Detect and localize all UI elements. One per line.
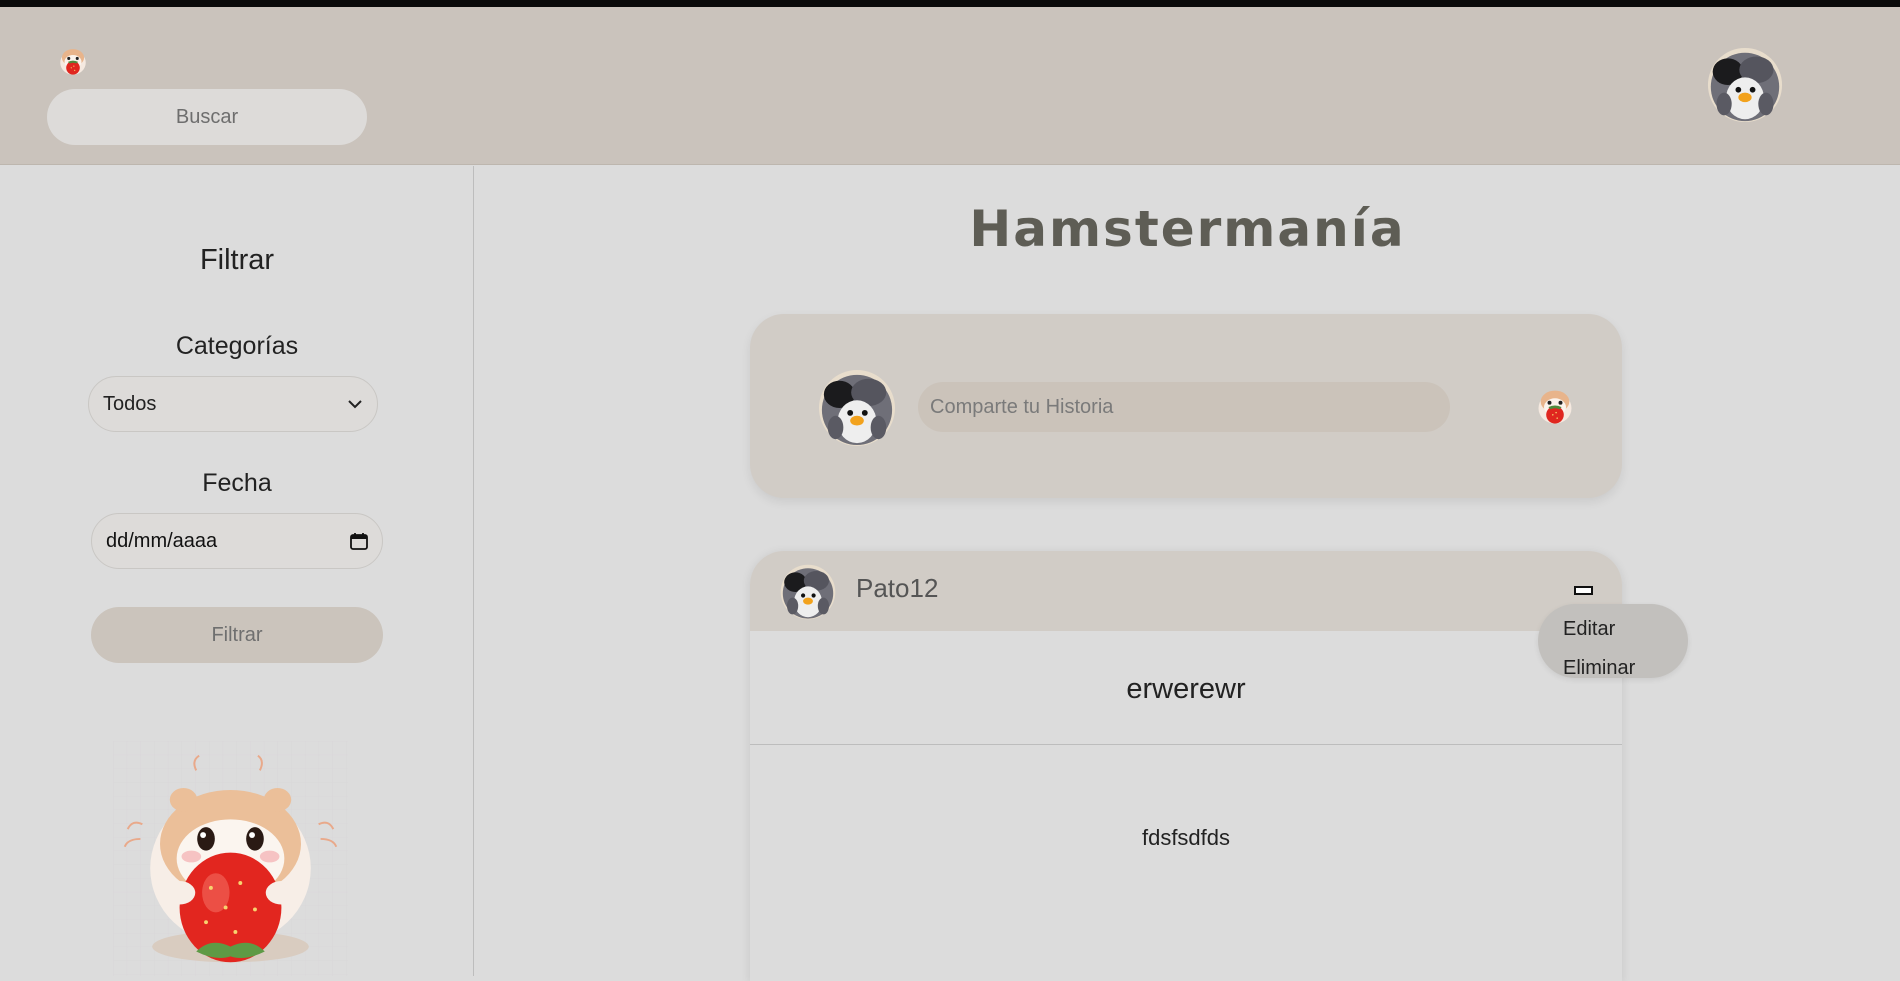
story-composer <box>750 314 1622 498</box>
date-placeholder: dd/mm/aaaa <box>106 529 218 552</box>
date-label: Fecha <box>202 469 272 497</box>
post-header: Pato12 <box>750 551 1622 631</box>
search-input[interactable] <box>47 89 367 145</box>
sidebar-title: Filtrar <box>199 244 275 276</box>
post-username[interactable]: Pato12 <box>856 573 938 604</box>
penguin-avatar-icon[interactable] <box>780 564 836 620</box>
categories-label: Categorías <box>175 332 299 360</box>
main-content: Hamstermanía Pato12 Editar Eliminar erwe… <box>475 166 1900 981</box>
post-card: Pato12 Editar Eliminar erwerewr fdsfsdfd… <box>750 551 1688 981</box>
hamster-strawberry-icon[interactable] <box>1533 384 1577 428</box>
window-top-bar <box>0 0 1900 7</box>
penguin-avatar-icon[interactable] <box>818 369 896 447</box>
chevron-down-icon <box>348 400 362 409</box>
category-select[interactable]: Todos <box>88 376 378 432</box>
story-input[interactable] <box>918 382 1450 432</box>
post-options-menu: Editar Eliminar <box>1538 604 1688 679</box>
post-body: fdsfsdfds <box>1141 825 1231 850</box>
app-header <box>0 7 1900 165</box>
filter-sidebar: Filtrar Categorías Todos Fecha dd/mm/aaa… <box>0 166 474 976</box>
page-title: Hamstermanía <box>969 200 1406 258</box>
post-menu-button[interactable] <box>1574 586 1593 595</box>
hamster-strawberry-illustration <box>113 741 348 976</box>
edit-menu-item[interactable]: Editar <box>1563 613 1688 650</box>
category-selected-value: Todos <box>103 392 157 415</box>
penguin-avatar-icon[interactable] <box>1707 47 1783 123</box>
hamster-strawberry-icon[interactable] <box>56 43 90 79</box>
calendar-icon[interactable] <box>350 532 368 550</box>
filter-button[interactable]: Filtrar <box>91 607 383 663</box>
date-input[interactable]: dd/mm/aaaa <box>91 513 383 569</box>
post-title: erwerewr <box>750 631 1622 745</box>
delete-menu-item[interactable]: Eliminar <box>1563 650 1688 687</box>
